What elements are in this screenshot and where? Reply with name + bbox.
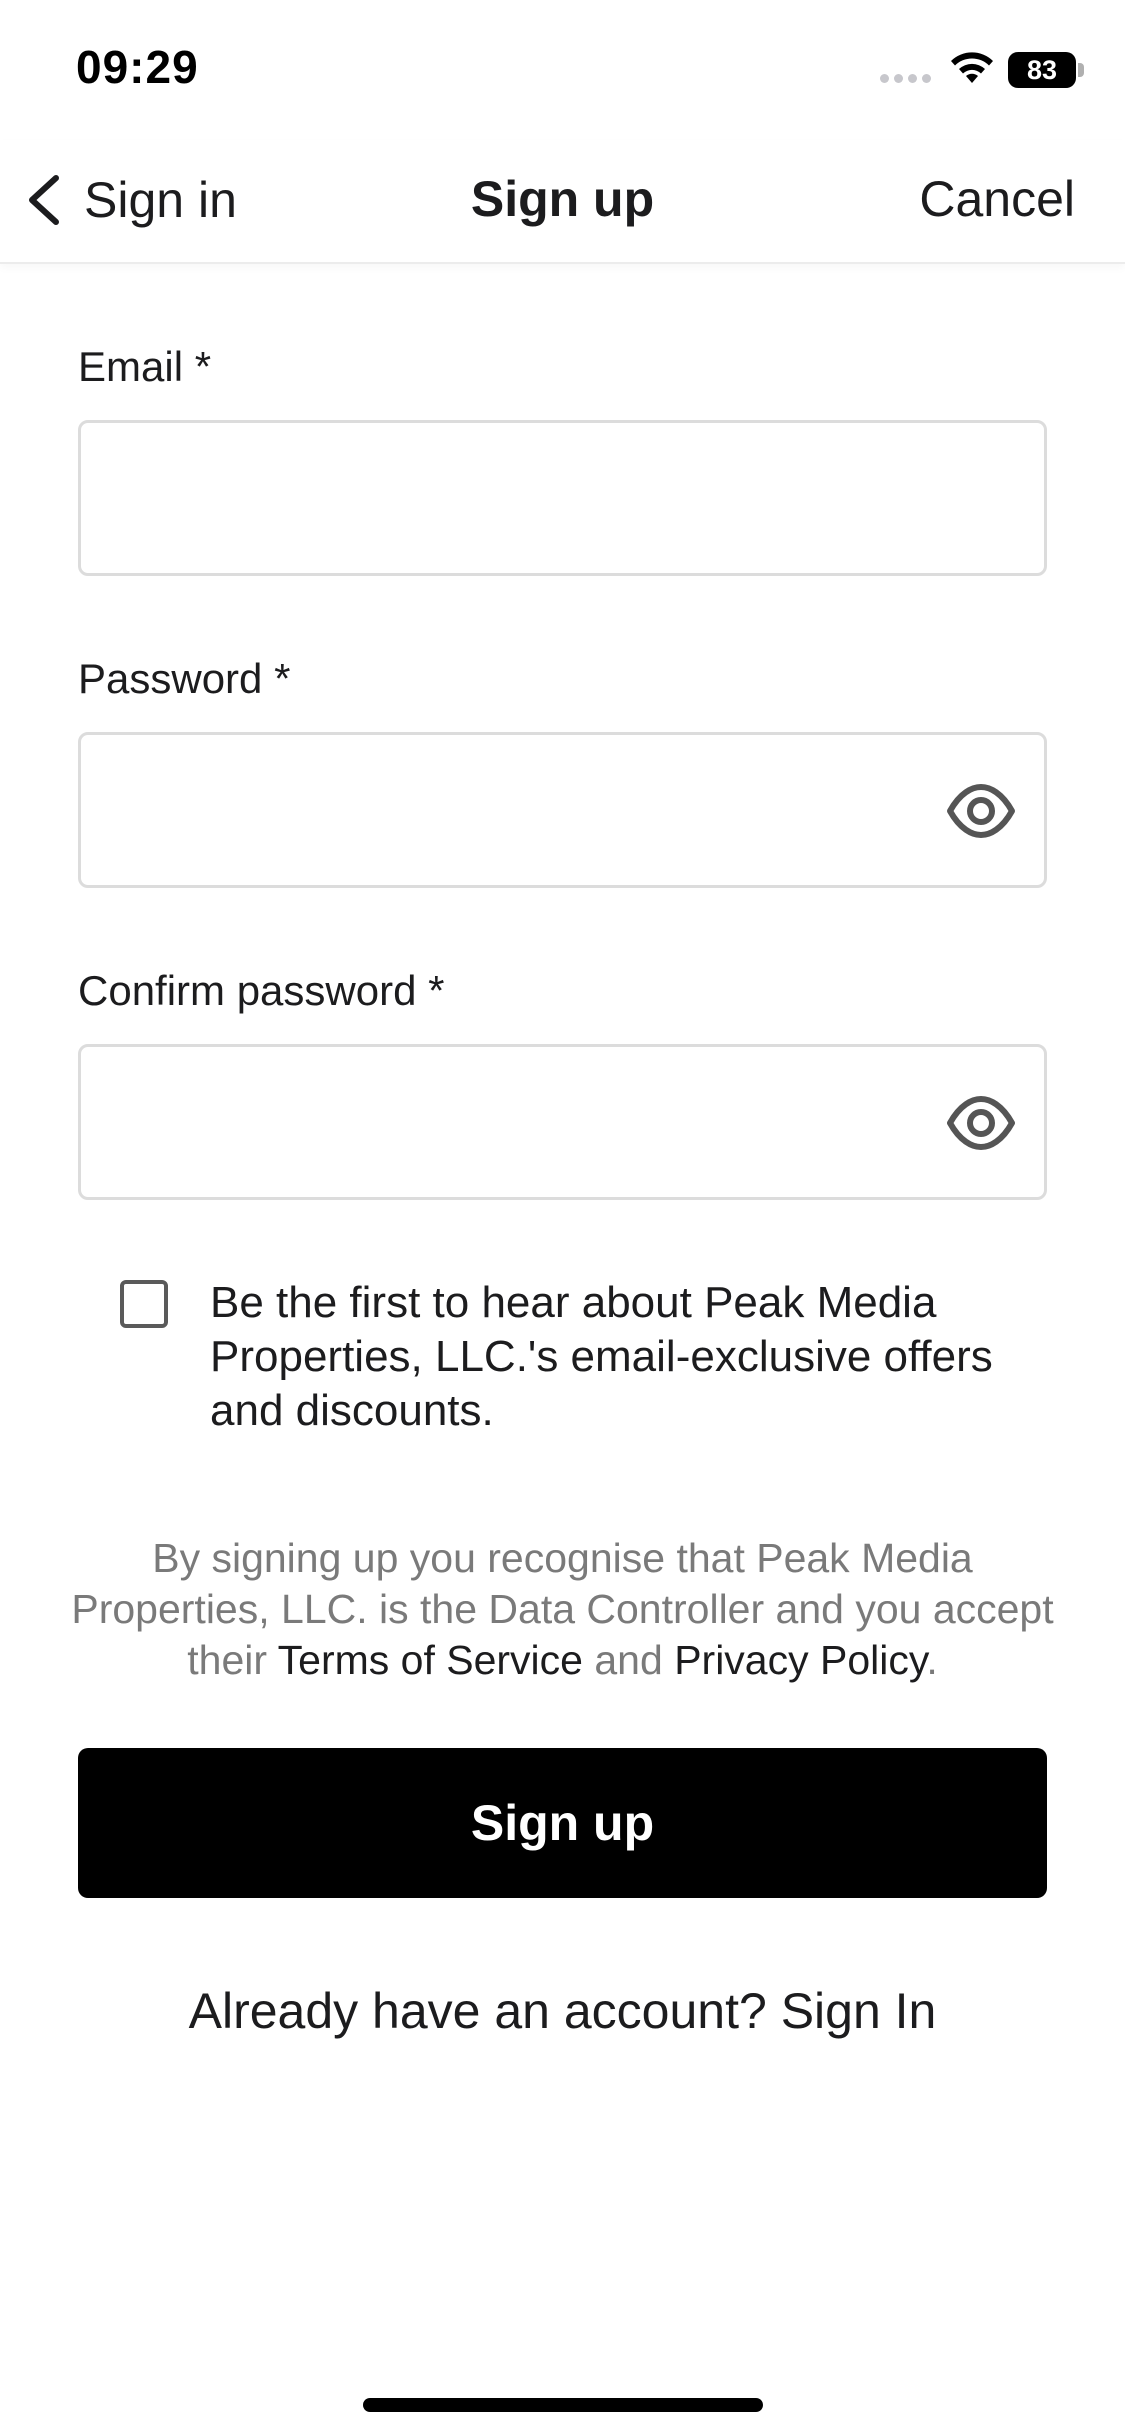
status-time: 09:29 — [76, 41, 199, 93]
legal-notice: By signing up you recognise that Peak Me… — [70, 1533, 1055, 1686]
password-field-container — [78, 732, 1047, 888]
password-label: Password * — [78, 655, 291, 702]
status-bar: 09:29 83 — [0, 0, 1125, 140]
back-button-label: Sign in — [84, 172, 237, 228]
cellular-signal-icon — [880, 74, 931, 83]
back-button[interactable]: Sign in — [22, 162, 237, 238]
eye-icon[interactable] — [946, 1095, 1016, 1151]
signup-button[interactable]: Sign up — [78, 1748, 1047, 1898]
terms-of-service-link[interactable]: Terms of Service — [278, 1637, 583, 1683]
marketing-opt-in-checkbox[interactable] — [120, 1280, 168, 1328]
privacy-policy-link[interactable]: Privacy Policy — [674, 1637, 926, 1683]
eye-icon[interactable] — [946, 783, 1016, 839]
navigation-bar: Sign in Sign up Cancel — [0, 140, 1125, 264]
wifi-icon — [951, 52, 993, 83]
signin-prompt-text: Already have an account? — [188, 1983, 781, 2039]
battery-icon: 83 — [1008, 52, 1084, 88]
battery-level: 83 — [1008, 52, 1076, 88]
signin-prompt: Already have an account? Sign In — [0, 1982, 1125, 2040]
legal-conjunction: and — [582, 1637, 675, 1683]
password-field[interactable] — [81, 735, 1044, 885]
email-field-container — [78, 420, 1047, 576]
cancel-button[interactable]: Cancel — [919, 170, 1075, 228]
confirm-password-field-container — [78, 1044, 1047, 1200]
signin-link[interactable]: Sign In — [781, 1983, 937, 2039]
signup-screen: 09:29 83 Sign in Sign up Cancel Email * … — [0, 0, 1125, 2436]
marketing-opt-in-label: Be the first to hear about Peak Media Pr… — [210, 1278, 993, 1435]
email-label: Email * — [78, 343, 212, 390]
legal-suffix: . — [926, 1637, 938, 1683]
email-field[interactable] — [81, 423, 1044, 573]
confirm-password-label: Confirm password * — [78, 967, 445, 1014]
confirm-password-field[interactable] — [81, 1047, 1044, 1197]
chevron-left-icon — [29, 175, 59, 225]
home-indicator[interactable] — [363, 2398, 763, 2412]
